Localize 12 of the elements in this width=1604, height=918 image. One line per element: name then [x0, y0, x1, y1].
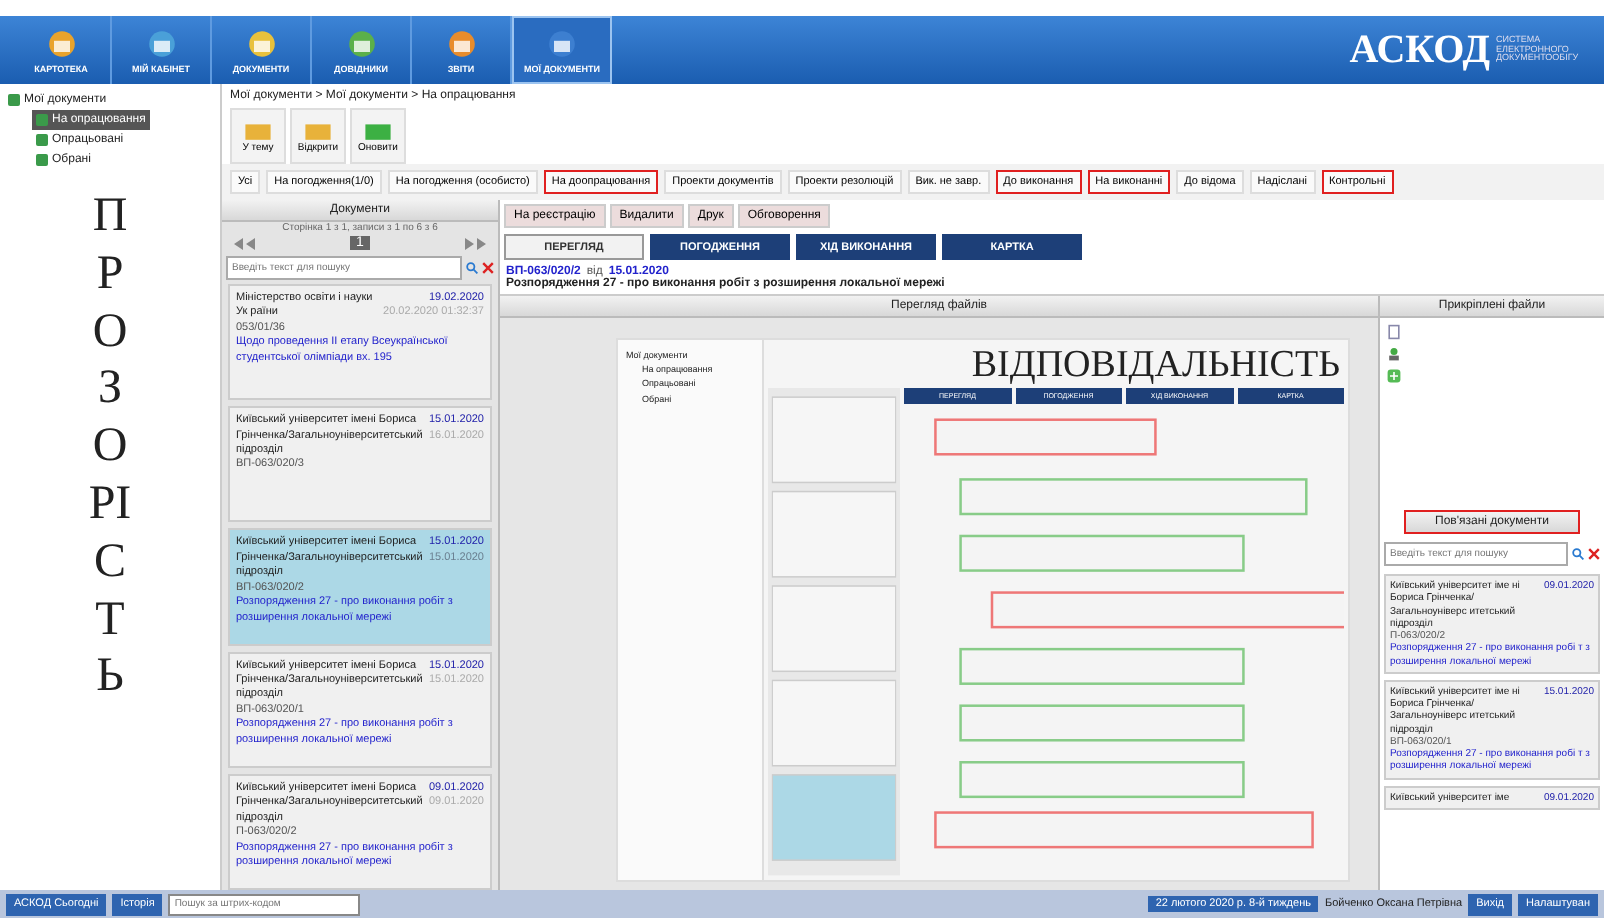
close-icon[interactable] [482, 262, 494, 274]
document-icon[interactable] [1386, 324, 1402, 340]
search-icon[interactable] [466, 262, 478, 274]
search-icon[interactable] [1572, 548, 1584, 560]
overlay-caption: ВІДПОВІДАЛЬНІСТЬ [969, 344, 1342, 388]
next-arrows-icon[interactable] [462, 237, 486, 249]
previous-arrows-icon[interactable] [234, 237, 258, 249]
logo-text: АСКОД [1349, 27, 1490, 73]
person-icon[interactable] [1386, 346, 1402, 362]
vertical-caption: ПРОЗОРІСТЬ [86, 188, 134, 707]
plus-icon[interactable] [1386, 368, 1402, 384]
close-icon[interactable] [1588, 548, 1600, 560]
